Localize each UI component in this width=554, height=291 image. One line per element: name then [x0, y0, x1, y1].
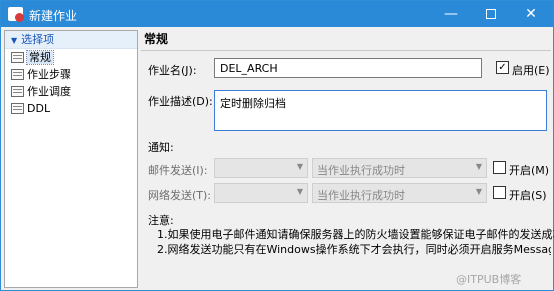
email-enable-checkbox[interactable]	[493, 161, 506, 174]
page-icon	[11, 52, 24, 63]
net-recipient-select[interactable]: ▼	[214, 183, 308, 203]
minimize-button[interactable]: —	[431, 1, 471, 27]
sidebar-header[interactable]: ▼ 选择项	[5, 31, 137, 49]
net-enable-checkbox[interactable]	[493, 186, 506, 199]
maximize-icon	[486, 9, 496, 19]
options-sidebar: ▼ 选择项 常规 作业步骤 作业调度 DDL	[4, 30, 138, 288]
net-enable-label: 开启(S)	[509, 189, 547, 202]
chevron-down-icon: ▼	[475, 162, 482, 171]
watermark-text: @ITPUB博客	[456, 273, 522, 286]
chevron-down-icon: ▼	[296, 162, 303, 171]
chevron-down-icon: ▼	[475, 187, 482, 196]
close-button[interactable]: ✕	[511, 1, 551, 27]
job-description-textarea[interactable]: 定时删除归档	[214, 90, 547, 131]
notify-label: 通知:	[148, 141, 174, 154]
job-description-label: 作业描述(D):	[148, 95, 213, 108]
enabled-label: 启用(E)	[512, 64, 550, 77]
note-line-1: 1.如果使用电子邮件通知请确保服务器上的防火墙设置能够保证电子邮件的发送成功;	[157, 228, 554, 241]
new-job-dialog: 新建作业 — ✕ ▼ 选择项 常规 作业步骤 作业调度 DDL 常规 作业名(J)…	[0, 0, 554, 291]
sidebar-header-label: 选择项	[21, 33, 55, 46]
sidebar-item-ddl[interactable]: DDL	[5, 100, 137, 117]
sidebar-item-label: 作业调度	[27, 85, 71, 98]
sidebar-item-job-schedule[interactable]: 作业调度	[5, 83, 137, 100]
section-divider	[141, 50, 551, 51]
note-line-2: 2.网络发送功能只有在Windows操作系统下才会执行，同时必须开启服务Mess…	[157, 243, 551, 256]
sidebar-item-label: 作业步骤	[27, 68, 71, 81]
title-bar: 新建作业 — ✕	[1, 1, 553, 27]
job-name-input[interactable]: DEL_ARCH	[214, 58, 482, 78]
email-condition-select-value: 当作业执行成功时	[317, 164, 405, 177]
page-icon	[11, 86, 24, 97]
window-title: 新建作业	[29, 9, 78, 23]
app-icon	[8, 7, 24, 22]
chevron-down-icon: ▼	[296, 187, 303, 196]
net-send-label: 网络发送(T):	[148, 189, 212, 202]
enabled-checkbox[interactable]: ✓	[496, 61, 509, 74]
section-title: 常规	[144, 32, 169, 46]
maximize-button[interactable]	[471, 1, 511, 27]
job-name-label: 作业名(J):	[148, 64, 197, 77]
email-recipient-select[interactable]: ▼	[214, 158, 308, 178]
net-condition-select-value: 当作业执行成功时	[317, 189, 405, 202]
sidebar-item-label: 常规	[26, 50, 54, 65]
page-icon	[11, 103, 24, 114]
email-enable-label: 开启(M)	[509, 164, 550, 177]
collapse-triangle-icon: ▼	[11, 36, 18, 45]
sidebar-item-job-steps[interactable]: 作业步骤	[5, 66, 137, 83]
email-condition-select[interactable]: 当作业执行成功时 ▼	[312, 158, 487, 178]
net-condition-select[interactable]: 当作业执行成功时 ▼	[312, 183, 487, 203]
email-send-label: 邮件发送(I):	[148, 164, 208, 177]
page-icon	[11, 69, 24, 80]
sidebar-item-general[interactable]: 常规	[5, 49, 137, 66]
general-panel: 常规 作业名(J): DEL_ARCH ✓ 启用(E) 作业描述(D): 定时删…	[141, 30, 554, 288]
sidebar-item-label: DDL	[27, 102, 51, 115]
